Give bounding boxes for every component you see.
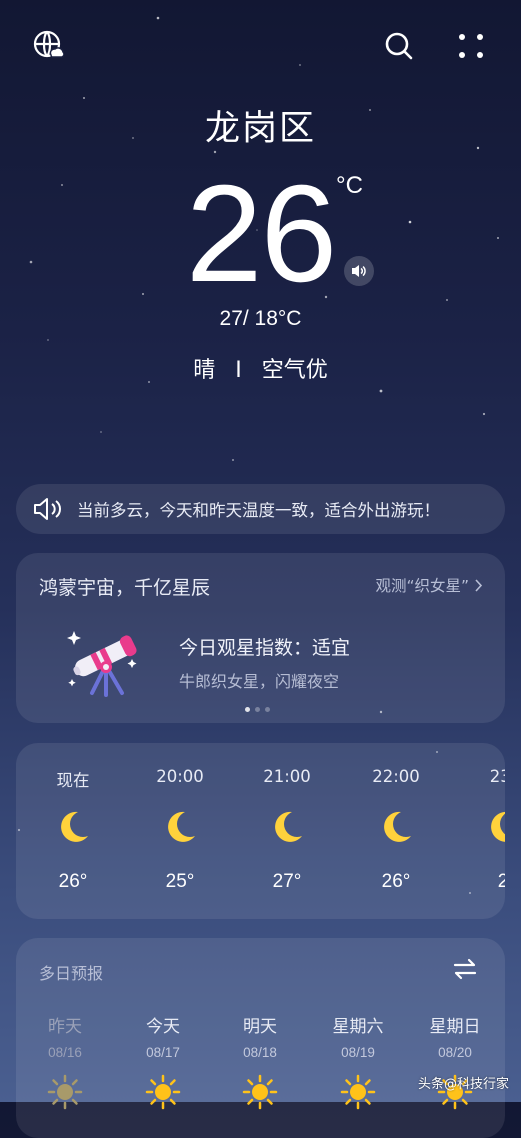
hourly-time: 23:	[489, 767, 505, 786]
hourly-temp: 26°	[58, 871, 88, 892]
multi-day-title: 多日预报	[39, 964, 104, 983]
day-name: 星期日	[429, 1017, 481, 1037]
speak-weather-button[interactable]	[344, 256, 374, 286]
day-item[interactable]: 昨天 08/16	[25, 1012, 105, 1110]
weather-tip-text: 当前多云，今天和昨天温度一致，适合外出游玩！	[77, 501, 440, 520]
sun-icon	[340, 1074, 376, 1110]
day-date: 08/20	[438, 1045, 472, 1060]
day-item[interactable]: 今天 08/17	[123, 1012, 203, 1110]
stargazing-subtitle: 牛郎织女星，闪耀夜空	[179, 672, 340, 691]
hourly-time: 22:00	[372, 767, 420, 786]
watermark: 头条@科技行家	[418, 1073, 509, 1092]
hourly-forecast-card[interactable]: 现在 26° 20:00 25° 21:00 27° 22:00 26° 23:…	[16, 743, 505, 919]
chevron-right-icon	[475, 578, 483, 592]
city-name: 龙岗区	[204, 109, 316, 149]
stargazing-link-label: 观测“织女星”	[375, 577, 469, 595]
day-date: 08/16	[48, 1045, 82, 1060]
day-date: 08/18	[243, 1045, 277, 1060]
carousel-indicator	[245, 707, 270, 712]
day-name: 星期六	[332, 1017, 384, 1037]
stargazing-link[interactable]: 观测“织女星”	[375, 574, 483, 596]
day-name: 昨天	[48, 1017, 82, 1037]
hourly-time: 20:00	[156, 767, 204, 786]
hourly-time: 现在	[56, 771, 90, 790]
hourly-time: 21:00	[263, 767, 311, 786]
sun-icon	[145, 1074, 181, 1110]
speaker-icon	[34, 498, 61, 520]
air-quality[interactable]: 空气优	[262, 358, 328, 383]
day-item[interactable]: 星期日 08/20	[415, 1012, 495, 1110]
more-grid-icon[interactable]	[454, 29, 488, 63]
stargazing-card[interactable]: 鸿蒙宇宙，千亿星辰 观测“织女星” 今日观星指数：适宜 牛郎织女星，闪耀夜空	[16, 553, 505, 723]
watermark-text: 头条@科技行家	[417, 1077, 509, 1092]
condition-line: 晴 I 空气优	[0, 352, 521, 384]
current-temperature: 26	[185, 157, 338, 311]
carousel-dot	[265, 707, 270, 712]
hourly-temp: 25°	[165, 871, 195, 892]
sun-icon	[242, 1074, 278, 1110]
condition-separator: I	[235, 358, 242, 383]
temperature-range: 27/ 18°C	[219, 307, 302, 330]
day-name: 明天	[243, 1017, 277, 1037]
hourly-temp: 2	[497, 871, 505, 892]
hourly-temp: 27°	[272, 871, 302, 892]
sun-icon	[47, 1074, 83, 1110]
day-date: 08/19	[341, 1045, 375, 1060]
carousel-dot	[255, 707, 260, 712]
stargazing-title: 鸿蒙宇宙，千亿星辰	[39, 577, 211, 599]
stargazing-index: 今日观星指数：适宜	[179, 637, 351, 659]
moon-icon	[168, 811, 195, 842]
globe-weather-icon[interactable]	[31, 28, 65, 62]
hourly-temp: 26°	[381, 871, 411, 892]
telescope-icon	[67, 631, 137, 697]
moon-icon	[275, 811, 302, 842]
day-date: 08/17	[146, 1045, 180, 1060]
temperature-unit: °C	[336, 172, 363, 199]
carousel-dot-active	[245, 707, 250, 712]
day-item[interactable]: 明天 08/18	[220, 1012, 300, 1110]
weather-tip-card[interactable]: 当前多云，今天和昨天温度一致，适合外出游玩！	[16, 484, 505, 534]
multi-day-forecast-card[interactable]: 多日预报 昨天 08/16 今天 08/17 明天 08/18 星期六 08/1…	[16, 938, 505, 1138]
search-icon[interactable]	[382, 29, 416, 63]
weather-condition: 晴	[193, 358, 216, 383]
moon-icon	[61, 811, 88, 842]
moon-icon	[384, 811, 411, 842]
day-item[interactable]: 星期六 08/19	[318, 1012, 398, 1110]
moon-icon	[491, 811, 505, 842]
day-name: 今天	[146, 1017, 180, 1037]
speaker-icon	[352, 265, 366, 277]
swap-view-icon[interactable]	[453, 958, 477, 980]
